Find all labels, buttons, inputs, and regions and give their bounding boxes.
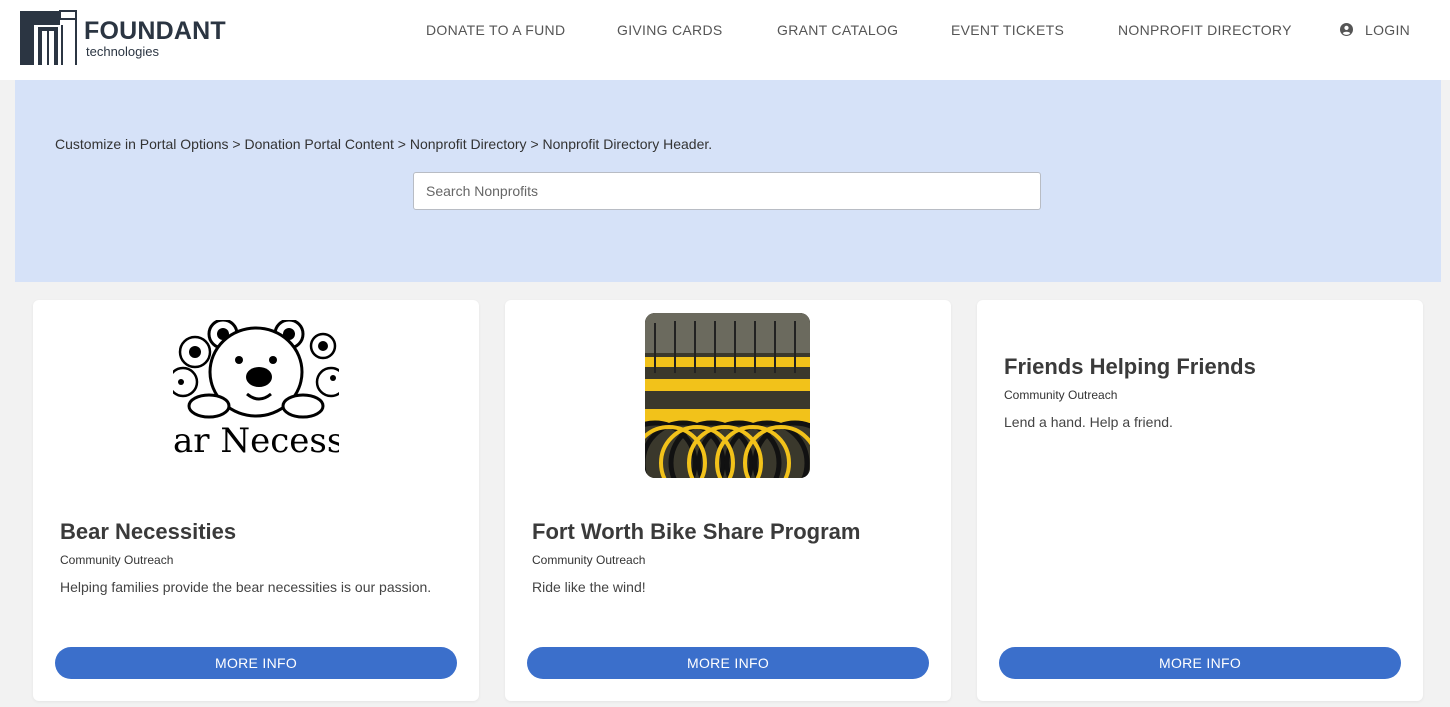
bear-illustration-icon: ar Necessit [173,320,339,460]
nav-donate-to-a-fund[interactable]: DONATE TO A FUND [426,22,565,38]
nav-event-tickets[interactable]: EVENT TICKETS [951,22,1064,38]
nonprofit-card: Friends Helping Friends Community Outrea… [977,300,1423,701]
card-title: Bear Necessities [60,519,237,544]
top-navigation-bar: FOUNDANT technologies DONATE TO A FUND G… [0,0,1450,80]
foundant-logo[interactable]: FOUNDANT technologies [20,9,250,67]
login-label: LOGIN [1365,22,1411,38]
search-nonprofits-input[interactable] [413,172,1041,210]
bike-share-photo-image [645,313,810,478]
directory-header-text: Customize in Portal Options > Donation P… [55,136,713,152]
brand-tagline: technologies [86,43,159,59]
card-title: Fort Worth Bike Share Program [532,519,861,544]
nonprofit-card: Fort Worth Bike Share Program Community … [505,300,951,701]
card-description: Helping families provide the bear necess… [60,579,432,595]
directory-header-banner: Customize in Portal Options > Donation P… [15,80,1441,282]
card-title: Friends Helping Friends [1004,354,1256,379]
nav-grant-catalog[interactable]: GRANT CATALOG [777,22,898,38]
brand-name: FOUNDANT [84,16,226,45]
user-circle-icon [1340,23,1353,36]
nonprofit-card: ar Necessit Bear Necessities Community O… [33,300,479,701]
bear-necessities-logo-image: ar Necessit [173,320,339,460]
card-description: Lend a hand. Help a friend. [1004,414,1173,430]
card-category: Community Outreach [1004,388,1118,402]
card-category: Community Outreach [60,553,174,567]
more-info-button[interactable]: MORE INFO [999,647,1401,679]
bikes-photo-icon [645,313,810,478]
nav-giving-cards[interactable]: GIVING CARDS [617,22,723,38]
nav-nonprofit-directory[interactable]: NONPROFIT DIRECTORY [1118,22,1292,38]
more-info-button[interactable]: MORE INFO [55,647,457,679]
more-info-button[interactable]: MORE INFO [527,647,929,679]
card-description: Ride like the wind! [532,579,646,595]
bear-logo-text: ar Necessit [173,421,339,460]
nav-login[interactable]: LOGIN [1340,22,1410,38]
card-category: Community Outreach [532,553,646,567]
foundant-logo-mark-icon [20,10,77,65]
